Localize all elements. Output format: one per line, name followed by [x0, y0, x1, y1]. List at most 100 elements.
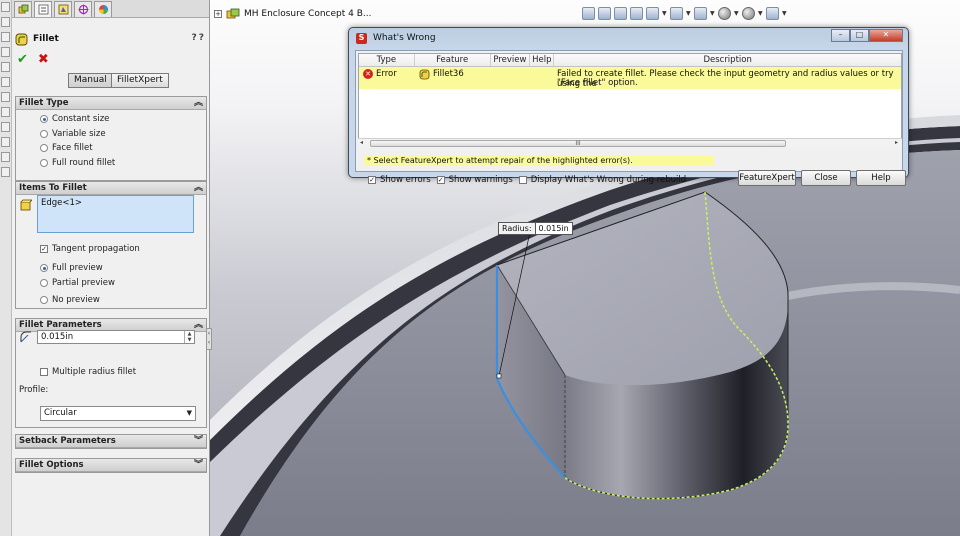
chevron-down-icon[interactable]: ▼: [782, 10, 787, 17]
radio-button-selected[interactable]: [40, 264, 48, 272]
multiple-radius-checkbox[interactable]: Multiple radius fillet: [40, 367, 136, 377]
help-icon[interactable]: ?: [192, 33, 197, 43]
collapse-chevron-icon[interactable]: ︽: [194, 319, 203, 331]
tree-item-icon[interactable]: [1, 77, 10, 87]
dialog-titlebar[interactable]: S What's Wrong – □ ✕: [349, 28, 908, 50]
items-to-fillet-header[interactable]: Items To Fillet ︽: [16, 182, 206, 195]
radio-constant-size[interactable]: Constant size: [40, 114, 109, 124]
column-header-description[interactable]: Description: [554, 54, 901, 66]
tree-item-icon[interactable]: [1, 137, 10, 147]
tab-configuration-manager[interactable]: [54, 1, 72, 17]
tab-dimxpert-manager[interactable]: [74, 1, 92, 17]
tree-item-icon[interactable]: [1, 122, 10, 132]
close-button[interactable]: Close: [801, 170, 851, 186]
scroll-left-icon[interactable]: ◂: [360, 139, 363, 146]
profile-select[interactable]: Circular ▼: [40, 406, 196, 421]
horizontal-scrollbar[interactable]: ◂ III ▸: [358, 138, 902, 148]
list-item[interactable]: Edge<1>: [38, 196, 193, 210]
radius-input[interactable]: 0.015in ▲ ▼: [37, 330, 195, 344]
edges-selection-box[interactable]: Edge<1>: [37, 195, 194, 233]
tab-property-manager[interactable]: [34, 1, 52, 17]
show-errors-checkbox[interactable]: ✓ Show errors: [368, 175, 431, 185]
chevron-down-icon[interactable]: ▼: [710, 10, 715, 17]
previous-view-icon[interactable]: [614, 7, 627, 20]
edit-appearance-icon[interactable]: [718, 7, 731, 20]
display-during-rebuild-checkbox[interactable]: Display What's Wrong during rebuild: [518, 175, 686, 185]
setback-parameters-group[interactable]: Setback Parameters ︾: [15, 434, 207, 449]
minimize-icon[interactable]: –: [831, 29, 850, 42]
tree-item-icon[interactable]: [1, 62, 10, 72]
tree-item-icon[interactable]: [1, 17, 10, 27]
display-style-icon[interactable]: [670, 7, 683, 20]
expand-chevron-icon[interactable]: ︾: [194, 459, 203, 471]
scrollbar-thumb[interactable]: III: [370, 140, 786, 147]
column-header-feature[interactable]: Feature: [415, 54, 491, 66]
radio-button[interactable]: [40, 159, 48, 167]
radio-no-preview[interactable]: No preview: [40, 295, 100, 305]
scroll-right-icon[interactable]: ▸: [895, 139, 898, 146]
column-header-help[interactable]: Help: [530, 54, 555, 66]
expand-icon[interactable]: +: [214, 10, 222, 18]
tree-item-icon[interactable]: [1, 152, 10, 162]
feature-tree-root[interactable]: + MH Enclosure Concept 4 B...: [214, 8, 371, 20]
chevron-down-icon[interactable]: ▼: [187, 407, 192, 420]
filletxpert-tab-button[interactable]: FilletXpert: [112, 73, 169, 88]
detailed-help-icon[interactable]: ?: [199, 33, 204, 43]
fillet-type-header[interactable]: Fillet Type ︽: [16, 97, 206, 110]
hide-show-items-icon[interactable]: [694, 7, 707, 20]
chevron-down-icon[interactable]: ▼: [734, 10, 739, 17]
collapse-chevron-icon[interactable]: ︽: [194, 97, 203, 109]
checkbox-unchecked[interactable]: [40, 368, 48, 376]
zoom-to-area-icon[interactable]: [598, 7, 611, 20]
collapse-chevron-icon[interactable]: ︽: [194, 182, 203, 194]
section-view-icon[interactable]: [630, 7, 643, 20]
radio-button-selected[interactable]: [40, 115, 48, 123]
tree-item-icon[interactable]: [1, 167, 10, 177]
tab-feature-manager[interactable]: [14, 1, 32, 17]
maximize-icon[interactable]: □: [850, 29, 869, 42]
radio-variable-size[interactable]: Variable size: [40, 129, 106, 139]
show-warnings-checkbox[interactable]: ✓ Show warnings: [436, 175, 513, 185]
tree-item-icon[interactable]: [1, 2, 10, 12]
tangent-propagation-checkbox[interactable]: ✓ Tangent propagation: [40, 244, 140, 254]
setback-parameters-header[interactable]: Setback Parameters ︾: [16, 435, 206, 448]
close-icon[interactable]: ✕: [869, 29, 903, 42]
radius-value[interactable]: 0.015in: [41, 332, 73, 342]
tree-item-icon[interactable]: [1, 47, 10, 57]
featurexpert-button[interactable]: FeatureXpert: [738, 170, 796, 186]
checkbox-checked[interactable]: ✓: [368, 176, 376, 184]
radio-face-fillet[interactable]: Face fillet: [40, 143, 93, 153]
panel-collapse-handle[interactable]: ‹ ‹: [206, 328, 212, 350]
radio-full-round-fillet[interactable]: Full round fillet: [40, 158, 115, 168]
cancel-x-icon[interactable]: ✖: [38, 53, 49, 66]
radio-button[interactable]: [40, 130, 48, 138]
tree-item-icon[interactable]: [1, 107, 10, 117]
checkbox-checked[interactable]: ✓: [40, 245, 48, 253]
help-button[interactable]: Help: [856, 170, 906, 186]
chevron-down-icon[interactable]: ▼: [662, 10, 667, 17]
chevron-down-icon[interactable]: ▼: [686, 10, 691, 17]
apply-scene-icon[interactable]: [742, 7, 755, 20]
tree-item-icon[interactable]: [1, 32, 10, 42]
radio-button[interactable]: [40, 279, 48, 287]
checkbox-unchecked[interactable]: [518, 176, 527, 184]
manual-tab-button[interactable]: Manual: [68, 73, 112, 88]
column-header-type[interactable]: Type: [359, 54, 415, 66]
radio-button[interactable]: [40, 296, 48, 304]
expand-chevron-icon[interactable]: ︾: [194, 435, 203, 447]
errors-table[interactable]: Type Feature Preview Help Description ✕ …: [358, 53, 902, 148]
radio-partial-preview[interactable]: Partial preview: [40, 278, 115, 288]
radio-full-preview[interactable]: Full preview: [40, 263, 103, 273]
chevron-down-icon[interactable]: ▼: [758, 10, 763, 17]
zoom-to-fit-icon[interactable]: [582, 7, 595, 20]
ok-check-icon[interactable]: ✔: [17, 53, 28, 66]
radio-button[interactable]: [40, 144, 48, 152]
column-header-preview[interactable]: Preview: [491, 54, 531, 66]
fillet-options-group[interactable]: Fillet Options ︾: [15, 458, 207, 473]
spin-buttons-icon[interactable]: ▲ ▼: [184, 331, 194, 343]
tree-item-icon[interactable]: [1, 92, 10, 102]
table-row[interactable]: ✕ Error Fillet36 Failed to create fillet…: [359, 67, 901, 89]
tab-display-manager[interactable]: [94, 1, 112, 17]
view-orientation-icon[interactable]: [646, 7, 659, 20]
radius-callout-value[interactable]: 0.015in: [535, 222, 573, 235]
